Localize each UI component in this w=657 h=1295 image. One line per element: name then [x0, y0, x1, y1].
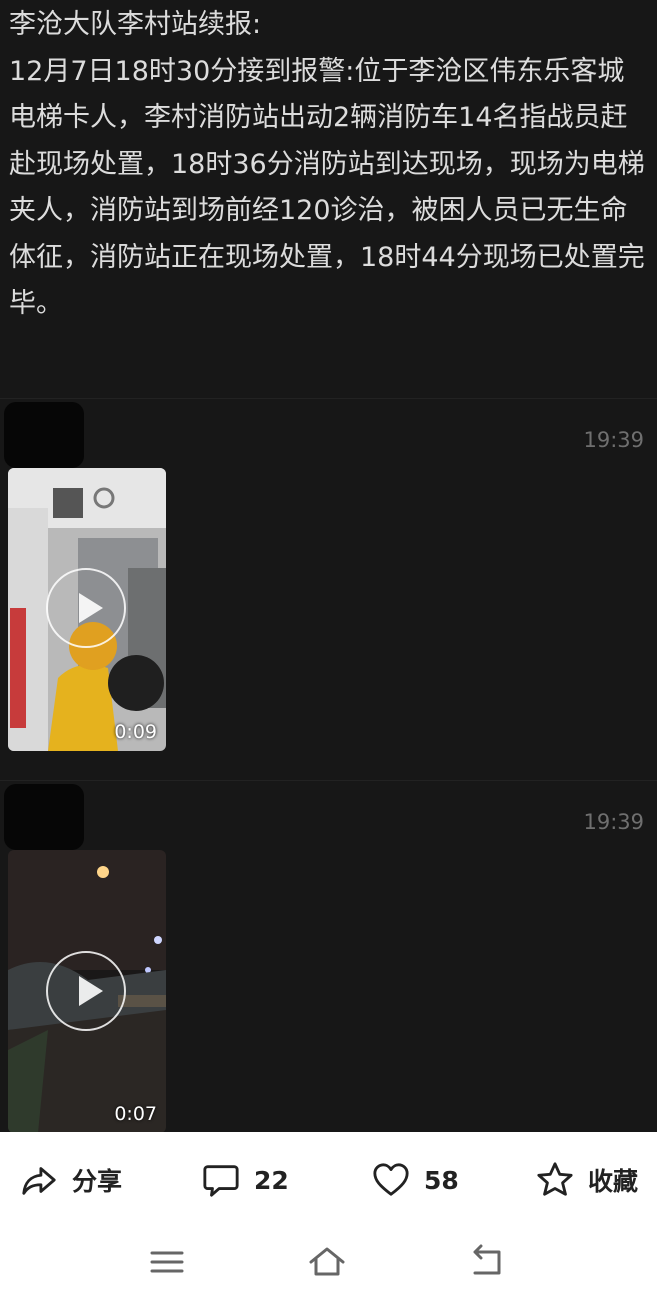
message-time: 19:39 [583, 810, 644, 834]
divider [0, 398, 657, 399]
avatar[interactable] [4, 784, 84, 850]
menu-icon[interactable] [147, 1242, 187, 1282]
action-bar: 分享 22 58 收藏 [0, 1132, 657, 1228]
post-content: 李沧大队李村站续报: 12月7日18时30分接到报警:位于李沧区伟东乐客城电梯卡… [0, 0, 657, 1133]
play-icon[interactable] [46, 568, 126, 648]
home-icon[interactable] [307, 1242, 347, 1282]
post-text: 李沧大队李村站续报: 12月7日18时30分接到报警:位于李沧区伟东乐客城电梯卡… [9, 9, 645, 319]
video-duration: 0:07 [114, 1103, 157, 1125]
video-thumbnail[interactable]: 0:07 [8, 850, 166, 1133]
divider [0, 780, 657, 781]
system-nav-bar [0, 1228, 657, 1295]
message-time: 19:39 [583, 428, 644, 452]
message-item: 19:39 0:07 [0, 780, 657, 1160]
share-button[interactable]: 分享 [20, 1160, 122, 1200]
share-icon [22, 1167, 56, 1195]
favorite-label: 收藏 [588, 1167, 639, 1196]
heart-icon [373, 1163, 409, 1196]
like-count: 58 [424, 1165, 459, 1195]
star-icon [537, 1162, 573, 1196]
like-button[interactable]: 58 [372, 1160, 459, 1200]
share-label: 分享 [72, 1167, 123, 1196]
comment-icon [203, 1165, 239, 1197]
favorite-button[interactable]: 收藏 [536, 1160, 638, 1200]
avatar[interactable] [4, 402, 84, 468]
back-icon[interactable] [467, 1242, 507, 1282]
message-item: 19:39 0:09 [0, 398, 657, 778]
video-duration: 0:09 [114, 721, 157, 743]
play-icon[interactable] [46, 951, 126, 1031]
comment-count: 22 [254, 1165, 289, 1195]
comment-button[interactable]: 22 [202, 1160, 289, 1200]
video-thumbnail[interactable]: 0:09 [8, 468, 166, 751]
